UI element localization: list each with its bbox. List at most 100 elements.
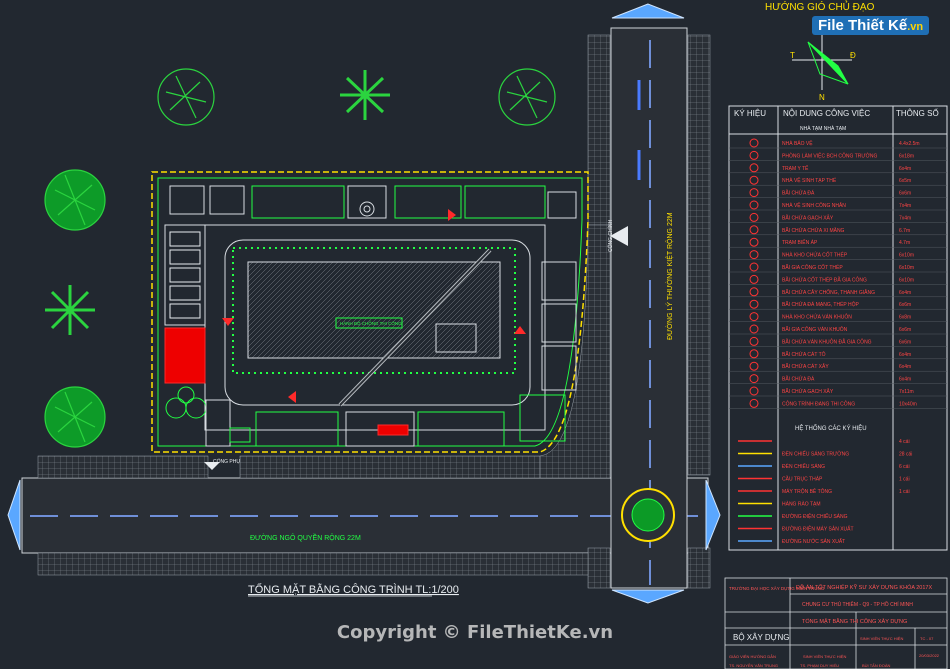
legend-row-symbol <box>749 237 759 247</box>
legend-header-symbol: KÝ HIỆU <box>734 109 766 118</box>
legend-row-symbol <box>749 324 759 334</box>
brand-logo: File Thiết Kế.vn <box>812 16 930 35</box>
legend-row-label: BÃI CHỨA ĐÁ MẠNG, THÉP HỘP <box>782 301 860 308</box>
legend-row-symbol <box>749 138 759 148</box>
legend-row-symbol <box>749 175 759 185</box>
system-row-value: 1 cái <box>899 489 910 495</box>
system-header: HỆ THỐNG CÁC KÝ HIỆU <box>795 424 867 432</box>
system-row-label: ĐƯỜNG ĐIỆN CHIẾU SÁNG <box>782 512 848 520</box>
legend-row-value: 6.7m <box>899 228 910 234</box>
compass-east: Đ <box>850 51 856 60</box>
system-row-label: ĐƯỜNG ĐIỆN MÁY SẢN XUẤT <box>782 525 854 533</box>
legend-row-symbol <box>749 374 759 384</box>
legend-row-value: 6x10m <box>899 265 914 271</box>
cad-viewport: CỔNG PHỤ CỔNG CHÍNH HÀNH BỘ CHỐNG THI CÔ… <box>0 0 950 669</box>
drawing-title: TỔNG MẶT BẰNG CÔNG TRÌNH TL:1/200 <box>248 583 459 596</box>
legend-row-value: 6x4m <box>899 352 911 358</box>
legend-row-label: BÃI CHỨA CHỨA XI MĂNG <box>782 227 845 234</box>
legend-row-value: 6x6m <box>899 339 911 345</box>
legend-row-value: 6x6m <box>899 327 911 333</box>
tb-col2: SINH VIÊN THỰC HIỆN <box>803 654 846 659</box>
legend-row-label: BÃI CHỨA CÂY CHỐNG, THANH GIẰNG <box>782 288 875 296</box>
legend-row-symbol <box>749 361 759 371</box>
legend-row-label: TRẠM Y TẾ <box>782 165 809 172</box>
legend-row-symbol <box>749 398 759 408</box>
system-row-label: ĐÈN CHIẾU SÁNG <box>782 463 825 470</box>
legend-row-symbol <box>749 386 759 396</box>
system-row-label: ĐƯỜNG NƯỚC SẢN XUẤT <box>782 538 845 545</box>
legend-row-value: 4.7m <box>899 240 910 246</box>
legend-table: KÝ HIỆU NỘI DUNG CÔNG VIỆC THÔNG SỐ NHÀ … <box>728 105 948 551</box>
legend-row-label: BÃI GIA CÔNG VÁN KHUÔN <box>782 326 848 333</box>
tb-project: ĐỒ ÁN TỐT NGHIỆP KỸ SƯ XÂY DỰNG KHÓA 201… <box>796 583 932 591</box>
brand-name: File Thiết Kế <box>818 17 908 34</box>
system-row-label: MÁY TRỘN BÊ TÔNG <box>782 487 832 495</box>
legend-row-symbol <box>749 287 759 297</box>
compass-title: HƯỚNG GIÓ CHỦ ĐẠO <box>765 0 875 13</box>
legend-row-label: BÃI GIA CÔNG CỐT THÉP <box>782 264 843 271</box>
legend-row-symbol <box>749 188 759 198</box>
legend-row-symbol <box>749 212 759 222</box>
legend-row-symbol <box>749 150 759 160</box>
system-row-value: 28 cái <box>899 452 912 458</box>
legend-row-value: 6x18m <box>899 153 914 159</box>
legend-row-symbol <box>749 163 759 173</box>
legend-row-label: BÃI CHỨA ĐÁ <box>782 190 815 197</box>
tb-name1: TS. NGUYỄN VĂN TRUNG <box>729 663 778 668</box>
legend-row-symbol <box>749 250 759 260</box>
system-row-value: 4 cái <box>899 439 910 445</box>
tb-date: 20/03/2022 <box>919 653 940 658</box>
system-rows: HỆ THỐNG CÁC KÝ HIỆU 4 cái ĐÈN CHIẾU SÁNG … <box>738 424 912 545</box>
legend-header-param: THÔNG SỐ <box>896 108 939 118</box>
site-plan-drawing: CỔNG PHỤ CỔNG CHÍNH HÀNH BỘ CHỐNG THI CÔ… <box>7 0 948 669</box>
legend-row-value: 6x6m <box>899 191 911 197</box>
system-row-label: CẦU TRỤC THÁP <box>782 476 823 483</box>
gate-right-label: CỔNG CHÍNH <box>607 219 614 252</box>
legend-row-label: BÃI CHỨA CÁT TÔ <box>782 351 826 358</box>
legend-row-label: BÃI CHỨA CÁT XÂY <box>782 363 829 370</box>
legend-row-value: 7x4m <box>899 215 911 221</box>
legend-row-label: BÃI CHỨA CỐT THÉP ĐÃ GIA CÔNG <box>782 276 867 283</box>
legend-row-value: 6x5m <box>899 178 911 184</box>
legend-row-label: BÃI CHỨA GẠCH XÂY <box>782 388 834 395</box>
tb-building: CHUNG CƯ THỦ THIÊM - Q9 - TP HỒ CHÍ MINH <box>802 600 913 608</box>
system-row-value: 6 cái <box>899 464 910 470</box>
legend-row-value: 6x10m <box>899 253 914 259</box>
legend-row-symbol <box>749 336 759 346</box>
legend-row-label: BÃI CHỨA ĐÁ <box>782 376 815 383</box>
legend-row-value: 4.4x2.5m <box>899 141 920 147</box>
system-row-label: HÀNG RÀO TẠM <box>782 501 821 508</box>
road-vertical-label: ĐƯỜNG LÝ THƯỜNG KIỆT RỘNG 22M <box>665 212 674 340</box>
legend-row-symbol <box>749 299 759 309</box>
legend-row-value: 6x10m <box>899 277 914 283</box>
tb-name2: TS. PHẠM DUY HIẾU <box>800 663 839 668</box>
legend-row-symbol <box>749 312 759 322</box>
copyright-watermark: Copyright © FileThietKe.vn <box>336 622 614 643</box>
tb-col1: GIÁO VIÊN HƯỚNG DẪN <box>729 654 776 659</box>
legend-row-symbol <box>749 200 759 210</box>
legend-row-label: NHÀ VỆ SINH CÔNG NHÂN <box>782 201 846 209</box>
system-row-label: ĐÈN CHIẾU SÁNG TRƯỜNG <box>782 451 849 458</box>
building-under-construction <box>232 247 516 407</box>
legend-row-value: 6x4m <box>899 364 911 370</box>
legend-row-label: BÃI CHỨA VÁN KHUÔN ĐÃ GIA CÔNG <box>782 338 872 345</box>
legend-row-label: NHÀ KHO CHỨA CỐT THÉP <box>782 252 848 259</box>
legend-row-value: 6x4m <box>899 166 911 172</box>
legend-row-value: 7x4m <box>899 203 911 209</box>
trees <box>44 68 556 448</box>
legend-row-symbol <box>749 349 759 359</box>
legend-row-value: 10x40m <box>899 401 917 407</box>
legend-row-symbol <box>749 262 759 272</box>
legend-row-symbol <box>749 274 759 284</box>
brand-suffix: .vn <box>907 21 924 33</box>
legend-row-label: CÔNG TRÌNH ĐANG THI CÔNG <box>782 400 855 407</box>
legend-row-label: NHÀ VỆ SINH TẠP THỂ <box>782 176 837 184</box>
legend-row-label: PHÒNG LÀM VIỆC BCH CÔNG TRƯỜNG <box>782 151 878 159</box>
legend-row-value: 6x6m <box>899 302 911 308</box>
legend-row-value: 6x4m <box>899 377 911 383</box>
legend-row-label: NHÀ KHO CHỨA VÁN KHUÔN <box>782 314 852 321</box>
tb-name3: BÙI TẤN ĐOÀN <box>862 663 890 668</box>
gate-left-label: CỔNG PHỤ <box>213 458 240 465</box>
legend-row-symbol <box>749 225 759 235</box>
legend-row-value: 6x4m <box>899 290 911 296</box>
